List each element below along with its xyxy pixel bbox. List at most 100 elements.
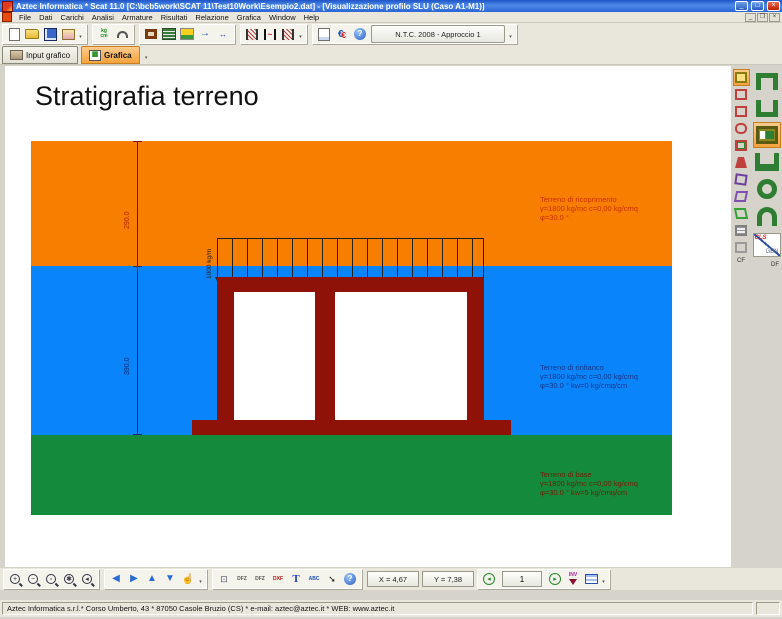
dimension-line-rinfianco [137, 266, 138, 435]
circular-section-button[interactable] [753, 176, 781, 202]
menu-help[interactable]: Help [300, 13, 323, 22]
drawing-canvas[interactable]: Stratigrafia terreno 290.0 390.0 1000 kg… [5, 66, 731, 567]
loads-button[interactable]: → [196, 26, 214, 43]
app-icon [2, 1, 13, 12]
dfz-import-button[interactable]: DFZ [251, 571, 269, 588]
minimize-button[interactable]: _ [735, 1, 748, 11]
zoom-window-button[interactable]: ▫ [42, 571, 60, 588]
menu-dati[interactable]: Dati [35, 13, 56, 22]
pan-group-dropdown[interactable]: ▾ [197, 571, 204, 587]
zoom-extents-icon: ✱ [64, 574, 74, 584]
dimensions-button[interactable]: ↔ [214, 26, 232, 43]
save-file-button[interactable] [41, 26, 59, 43]
mdi-restore-button[interactable]: ❐ [757, 13, 768, 22]
diagram-button[interactable]: ~ [261, 26, 279, 43]
shape-tool-2[interactable] [733, 86, 750, 103]
next-phase-button[interactable]: ▸ [546, 571, 564, 588]
new-file-button[interactable] [5, 26, 23, 43]
pan-hand-button[interactable]: ☝ [179, 571, 197, 588]
dxf-export-button[interactable]: DXF [269, 571, 287, 588]
tab-bar-dropdown[interactable]: ▾ [143, 47, 150, 63]
zoom-in-button[interactable]: + [6, 571, 24, 588]
shape-tool-4[interactable] [733, 120, 750, 137]
open-file-button[interactable] [23, 26, 41, 43]
distributed-load [217, 238, 484, 277]
units-bottom-label: cm [100, 33, 107, 39]
tunnel-arch-icon [117, 31, 128, 38]
foundation-button[interactable] [178, 26, 196, 43]
menu-carichi[interactable]: Carichi [56, 13, 87, 22]
trapezoid-shape-icon [735, 157, 747, 168]
menu-relazione[interactable]: Relazione [191, 13, 232, 22]
x-coordinate-display: X = 4,67 [367, 571, 419, 587]
dashed-box-icon [735, 89, 747, 100]
pan-right-button[interactable]: ▶ [125, 571, 143, 588]
code-selector-dropdown[interactable]: ▾ [507, 26, 514, 42]
analysis-wall-button[interactable] [243, 26, 261, 43]
culvert-cell-left [234, 292, 315, 420]
phase-group-dropdown[interactable]: ▾ [600, 571, 607, 587]
layers-button[interactable] [582, 571, 600, 588]
tab-grafica[interactable]: ▦ Grafica [81, 46, 140, 64]
u-flanged-section-button[interactable] [753, 149, 781, 175]
zoom-previous-button[interactable]: ◂ [78, 571, 96, 588]
file-tools-button[interactable] [59, 26, 77, 43]
pan-down-button[interactable]: ▼ [161, 571, 179, 588]
file-group-dropdown[interactable]: ▾ [77, 26, 84, 42]
pointer-tool-button[interactable]: ➘ [323, 571, 341, 588]
horseshoe-section-button[interactable] [753, 203, 781, 229]
cls-gen-button[interactable]: CLS GEN [753, 233, 781, 257]
previous-phase-button[interactable]: ◂ [480, 571, 498, 588]
two-cell-box-button[interactable] [753, 122, 781, 148]
pan-up-button[interactable]: ▲ [143, 571, 161, 588]
shape-tool-3[interactable] [733, 103, 750, 120]
u-section-button[interactable] [753, 95, 781, 121]
report-button[interactable] [315, 26, 333, 43]
zoom-out-button[interactable]: − [24, 571, 42, 588]
analysis-group-dropdown[interactable]: ▾ [297, 26, 304, 42]
shape-tool-7[interactable] [733, 171, 750, 188]
analysis-wall2-button[interactable] [279, 26, 297, 43]
maximize-button[interactable]: □ [751, 1, 764, 11]
annotation-line: φ=30.0 ° kw=0 kg/cmq/cm [540, 381, 638, 390]
computo-button[interactable]: € € [333, 26, 351, 43]
inv-button[interactable]: INV [564, 571, 582, 588]
menu-file[interactable]: File [15, 13, 35, 22]
mdi-close-button[interactable]: × [769, 13, 780, 22]
text-tool-button[interactable]: T [287, 571, 305, 588]
context-help-button[interactable]: ? [341, 571, 359, 588]
previous-phase-icon: ◂ [483, 573, 495, 585]
help-button[interactable]: ? [351, 26, 369, 43]
units-button[interactable]: kg cm [95, 26, 113, 43]
shape-tool-11[interactable] [733, 239, 750, 256]
design-code-selector[interactable]: N.T.C. 2008 - Approccio 1 [371, 25, 505, 43]
portal-section-button[interactable] [753, 68, 781, 94]
geometry-button[interactable] [142, 26, 160, 43]
dfz-export-button[interactable]: DFZ [233, 571, 251, 588]
close-button[interactable]: × [767, 1, 780, 11]
menu-risultati[interactable]: Risultati [157, 13, 192, 22]
shape-tool-10[interactable] [733, 222, 750, 239]
shape-tool-9[interactable] [733, 205, 750, 222]
status-bar: Aztec Informatica s.r.l.* Corso Umberto,… [0, 600, 782, 617]
shape-tool-6[interactable] [733, 154, 750, 171]
mdi-minimize-button[interactable]: _ [745, 13, 756, 22]
tab-input-grafico[interactable]: Input grafico [2, 46, 78, 64]
materials-button[interactable] [160, 26, 178, 43]
culvert-base-slab [192, 420, 511, 435]
application-window: Aztec Informatica * Scat 11.0 [C:\bcb5wo… [0, 0, 782, 619]
menu-analisi[interactable]: Analisi [88, 13, 118, 22]
pan-left-button[interactable]: ◀ [107, 571, 125, 588]
shape-tool-1[interactable] [733, 69, 750, 86]
zoom-extents-button[interactable]: ✱ [60, 571, 78, 588]
spellcheck-button[interactable]: ABC [305, 571, 323, 588]
menu-armature[interactable]: Armature [118, 13, 157, 22]
next-phase-icon: ▸ [549, 573, 561, 585]
print-preview-button[interactable]: ⊡ [215, 571, 233, 588]
menu-grafica[interactable]: Grafica [233, 13, 265, 22]
inv-icon: INV [569, 573, 577, 585]
norms-button[interactable] [113, 26, 131, 43]
shape-tool-8[interactable] [733, 188, 750, 205]
shape-tool-5[interactable] [733, 137, 750, 154]
menu-window[interactable]: Window [265, 13, 300, 22]
